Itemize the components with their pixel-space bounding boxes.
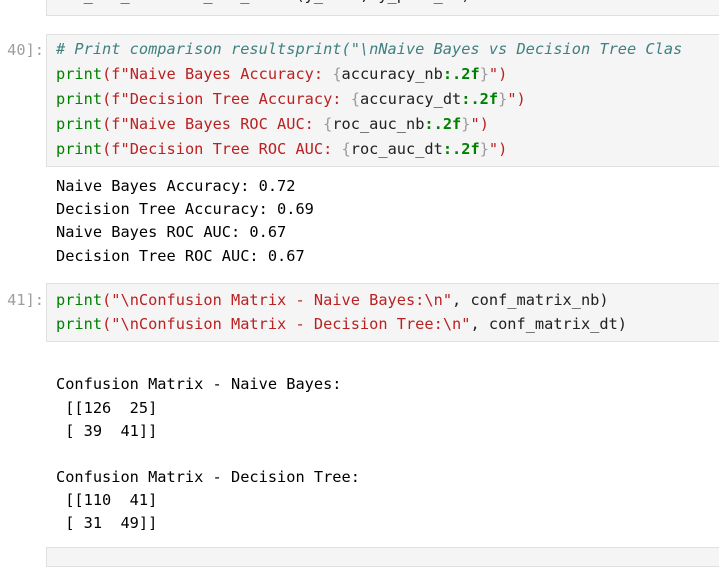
- cell-40-prompt: 40]:: [7, 41, 44, 59]
- code-cell-39-input[interactable]: roc_auc_dt = roc_auc_score(y_test, y_pre…: [46, 0, 719, 16]
- string-literal: (f"Decision Tree Accuracy:: [102, 90, 351, 108]
- variable: roc_auc_dt: [350, 140, 443, 158]
- output-line: [ 39 41]]: [56, 422, 158, 440]
- output-line: Naive Bayes ROC AUC: 0.67: [56, 223, 287, 241]
- string-literal: ("\nConfusion Matrix - Naive Bayes:\n": [102, 291, 453, 309]
- code-line: roc_auc_dt = roc_auc_score(y_test, y_pre…: [56, 0, 470, 8]
- output-line: Naive Bayes Accuracy: 0.72: [56, 177, 296, 195]
- print-keyword: print: [56, 115, 103, 133]
- arguments: , conf_matrix_dt): [470, 315, 628, 333]
- print-keyword: print: [56, 140, 103, 158]
- print-keyword: print: [56, 90, 103, 108]
- string-literal: "): [488, 65, 508, 83]
- code-line-2: print("\nConfusion Matrix - Decision Tre…: [56, 312, 627, 337]
- print-keyword: print: [56, 315, 103, 333]
- variable: roc_auc_nb: [332, 115, 425, 133]
- print-keyword: print: [56, 291, 103, 309]
- arguments: , conf_matrix_nb): [452, 291, 609, 309]
- output-line: Confusion Matrix - Naive Bayes:: [56, 375, 342, 393]
- string-literal: (f"Naive Bayes Accuracy:: [102, 65, 333, 83]
- brace: {: [350, 90, 360, 108]
- output-line: Confusion Matrix - Decision Tree:: [56, 468, 360, 486]
- brace: }: [498, 90, 508, 108]
- variable: accuracy_nb: [341, 65, 443, 83]
- brace: {: [332, 65, 342, 83]
- code-line-3: print(f"Naive Bayes ROC AUC: {roc_auc_nb…: [56, 112, 489, 137]
- string-literal: "): [470, 115, 489, 133]
- code-comment-line: # Print comparison resultsprint("\nNaive…: [56, 40, 683, 58]
- output-line: [[126 25]: [56, 399, 158, 417]
- output-line: Decision Tree Accuracy: 0.69: [56, 200, 314, 218]
- code-line-4: print(f"Decision Tree ROC AUC: {roc_auc_…: [56, 137, 507, 162]
- variable: accuracy_dt: [359, 90, 462, 108]
- brace: }: [479, 65, 489, 83]
- print-keyword: print: [56, 65, 103, 83]
- string-literal: (f"Naive Bayes ROC AUC:: [102, 115, 324, 133]
- output-line: Decision Tree ROC AUC: 0.67: [56, 247, 305, 265]
- string-literal: "): [488, 140, 508, 158]
- code-cell-next-input[interactable]: [46, 547, 719, 567]
- string-literal: ("\nConfusion Matrix - Decision Tree:\n": [102, 315, 471, 333]
- string-literal: "): [507, 90, 526, 108]
- code-cell-41-input[interactable]: print("\nConfusion Matrix - Naive Bayes:…: [46, 283, 719, 342]
- format-spec: :.2f: [424, 115, 462, 133]
- brace: }: [479, 140, 489, 158]
- brace: {: [323, 115, 333, 133]
- code-line-2: print(f"Decision Tree Accuracy: {accurac…: [56, 87, 526, 112]
- code-line-1: print("\nConfusion Matrix - Naive Bayes:…: [56, 288, 609, 313]
- format-spec: :.2f: [442, 65, 480, 83]
- output-line: [[110 41]: [56, 491, 158, 509]
- string-literal: (f"Decision Tree ROC AUC:: [102, 140, 342, 158]
- brace: {: [341, 140, 351, 158]
- output-line: [ 31 49]]: [56, 514, 158, 532]
- format-spec: :.2f: [461, 90, 499, 108]
- cell-41-prompt: 41]:: [7, 291, 44, 309]
- format-spec: :.2f: [442, 140, 480, 158]
- code-line-1: print(f"Naive Bayes Accuracy: {accuracy_…: [56, 62, 507, 87]
- code-cell-40-input[interactable]: # Print comparison resultsprint("\nNaive…: [46, 34, 719, 167]
